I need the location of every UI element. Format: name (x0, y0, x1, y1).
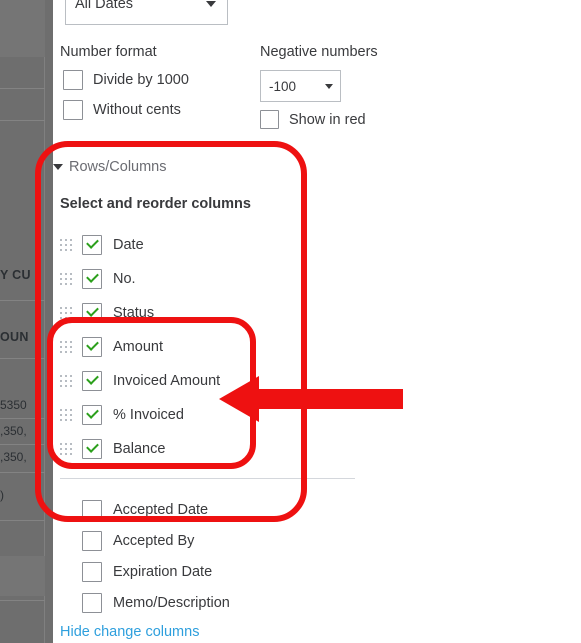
hide-change-columns-link[interactable]: Hide change columns (60, 624, 199, 640)
column-label: Expiration Date (113, 563, 213, 580)
drag-handle-icon[interactable] (60, 409, 72, 421)
column-row-balance[interactable]: Balance (53, 432, 373, 466)
checkbox-box[interactable] (82, 371, 102, 391)
column-row-status[interactable]: Status (53, 296, 373, 330)
column-label: Balance (113, 441, 166, 457)
column-row-no[interactable]: No. (53, 262, 373, 296)
checkbox-label: Show in red (289, 111, 366, 128)
column-row-date[interactable]: Date (53, 228, 373, 262)
checkbox-divide-by-1000[interactable]: Divide by 1000 (63, 70, 189, 90)
checkbox-box[interactable] (82, 235, 102, 255)
report-rule (0, 472, 45, 473)
column-label: % Invoiced (113, 407, 184, 423)
report-strip: Y CU OUN 5350 ,350, ,350, ) (0, 0, 45, 643)
checkbox-box[interactable] (82, 592, 102, 613)
checkbox-label: Divide by 1000 (93, 72, 189, 88)
column-row-percent-invoiced[interactable]: % Invoiced (53, 398, 373, 432)
checkbox-without-cents[interactable]: Without cents (63, 100, 181, 120)
report-rule (0, 88, 45, 89)
chevron-down-icon (325, 83, 333, 89)
rows-columns-section-label: Rows/Columns (69, 159, 167, 175)
negative-numbers-heading: Negative numbers (260, 44, 378, 60)
column-label: Accepted Date (113, 501, 209, 518)
report-header-fragment: Y CU (0, 268, 31, 282)
column-row-invoiced-amount[interactable]: Invoiced Amount (53, 364, 373, 398)
report-rule (0, 358, 45, 359)
checkbox-label: Without cents (93, 102, 181, 118)
column-label: Accepted By (113, 532, 195, 549)
column-label: No. (113, 271, 136, 287)
report-rule (0, 520, 45, 521)
chevron-down-icon (206, 0, 216, 7)
triangle-down-icon (53, 164, 63, 170)
column-row-amount[interactable]: Amount (53, 330, 373, 364)
negative-numbers-value: -100 (269, 78, 297, 94)
checkbox-box[interactable] (82, 269, 102, 289)
checkbox-box[interactable] (82, 561, 102, 582)
checkbox-box[interactable] (82, 405, 102, 425)
report-value-fragment: ,350, (0, 450, 27, 464)
report-band (0, 0, 45, 57)
customize-report-panel: All Dates Number format Divide by 1000 W… (53, 0, 581, 643)
checkbox-box[interactable] (63, 100, 83, 120)
drag-handle-icon[interactable] (60, 341, 72, 353)
report-rule (0, 418, 45, 419)
checkbox-box[interactable] (82, 337, 102, 357)
date-range-value: All Dates (75, 0, 134, 12)
dimmed-report-backdrop: Y CU OUN 5350 ,350, ,350, ) (0, 0, 53, 643)
checkbox-box[interactable] (82, 499, 102, 520)
checkbox-show-in-red[interactable]: Show in red (260, 110, 366, 129)
column-label: Memo/Description (113, 594, 230, 611)
report-value-fragment: 5350 (0, 398, 27, 412)
drag-handle-icon[interactable] (60, 239, 72, 251)
drag-handle-icon[interactable] (60, 273, 72, 285)
number-format-heading: Number format (60, 44, 157, 60)
report-header-fragment: OUN (0, 330, 29, 344)
report-value-fragment: ,350, (0, 424, 27, 438)
screen-root: Y CU OUN 5350 ,350, ,350, ) All Dates Nu… (0, 0, 581, 643)
column-list: Date No. Status Amount Invoiced Amount %… (53, 228, 373, 466)
list-divider (60, 478, 355, 479)
report-rule (0, 300, 45, 301)
report-rule (0, 444, 45, 445)
select-reorder-subheading: Select and reorder columns (60, 196, 251, 212)
column-row-accepted-date[interactable]: Accepted Date (53, 494, 373, 525)
drag-handle-icon[interactable] (60, 375, 72, 387)
checkbox-box[interactable] (63, 70, 83, 90)
report-rule (0, 120, 45, 121)
checkbox-box[interactable] (260, 110, 279, 129)
report-rule (0, 600, 45, 601)
checkbox-box[interactable] (82, 303, 102, 323)
drag-handle-icon[interactable] (60, 443, 72, 455)
checkbox-box[interactable] (82, 530, 102, 551)
additional-column-list: Accepted Date Accepted By Expiration Dat… (53, 494, 373, 618)
column-label: Date (113, 237, 144, 253)
column-label: Status (113, 305, 155, 321)
column-label: Invoiced Amount (113, 373, 221, 389)
report-band (0, 556, 45, 596)
negative-numbers-select[interactable]: -100 (260, 70, 341, 102)
drag-handle-icon[interactable] (60, 307, 72, 319)
column-label: Amount (113, 339, 163, 355)
date-range-select[interactable]: All Dates (65, 0, 228, 25)
column-row-accepted-by[interactable]: Accepted By (53, 525, 373, 556)
column-row-memo-description[interactable]: Memo/Description (53, 587, 373, 618)
checkbox-box[interactable] (82, 439, 102, 459)
rows-columns-section-toggle[interactable]: Rows/Columns (53, 159, 167, 175)
report-value-fragment: ) (0, 488, 4, 502)
column-row-expiration-date[interactable]: Expiration Date (53, 556, 373, 587)
